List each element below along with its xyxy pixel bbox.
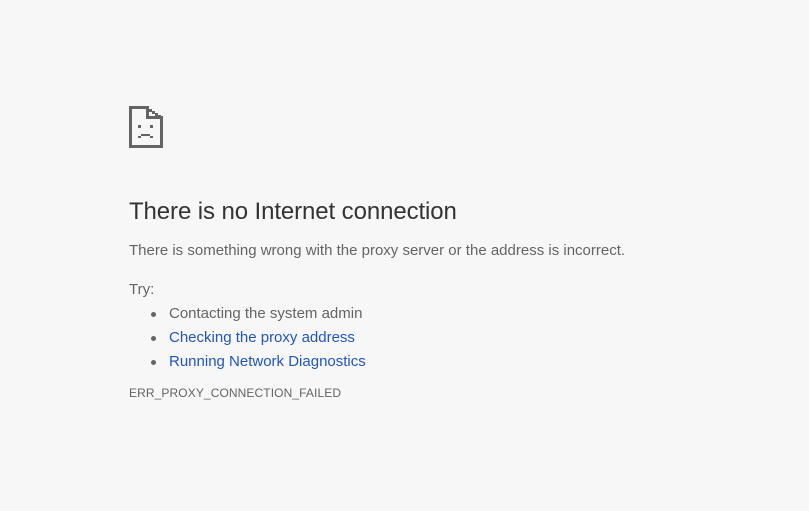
error-content: There is no Internet connection There is… <box>129 106 769 400</box>
check-proxy-link[interactable]: Checking the proxy address <box>169 329 355 346</box>
sad-document-icon <box>129 106 163 148</box>
error-code: ERR_PROXY_CONNECTION_FAILED <box>129 386 342 400</box>
suggestion-network-diagnostics: Running Network Diagnostics <box>129 353 769 371</box>
suggestion-contact-admin: Contacting the system admin <box>129 305 769 323</box>
bullet-icon <box>151 312 156 317</box>
try-label: Try: <box>129 281 155 298</box>
suggestion-check-proxy: Checking the proxy address <box>129 329 769 347</box>
error-description: There is something wrong with the proxy … <box>129 242 626 259</box>
error-page: There is no Internet connection There is… <box>0 0 809 511</box>
network-diagnostics-link[interactable]: Running Network Diagnostics <box>169 353 366 370</box>
bullet-icon <box>151 360 156 365</box>
error-title: There is no Internet connection <box>129 198 457 225</box>
bullet-icon <box>151 336 156 341</box>
suggestions-list: Contacting the system admin Checking the… <box>129 305 769 371</box>
suggestion-text: Contacting the system admin <box>169 305 363 322</box>
